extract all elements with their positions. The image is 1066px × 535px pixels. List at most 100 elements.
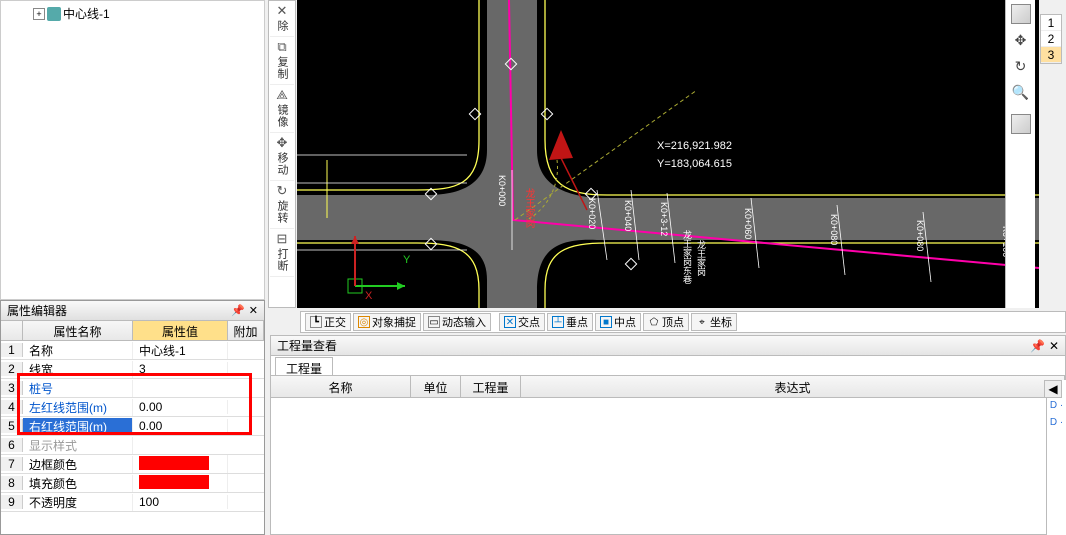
nav-move-icon[interactable]: ✥ xyxy=(1011,30,1031,50)
tree-node-icon xyxy=(47,7,61,21)
cad-viewport[interactable]: X=216,921.982 Y=183,064.615 Y X 龙王家岗 K0+… xyxy=(297,0,1039,308)
prop-value[interactable]: 中心线-1 xyxy=(133,342,228,359)
prop-name: 左红线范围(m) xyxy=(23,399,133,416)
col-expression: 表达式 xyxy=(521,376,1065,397)
color-swatch-red[interactable] xyxy=(139,475,209,489)
prop-row-left-redline[interactable]: 4 左红线范围(m) 0.00 xyxy=(1,398,264,417)
tool-delete[interactable]: ✕ 除 xyxy=(270,1,294,37)
btn-label: 顶点 xyxy=(662,314,684,330)
property-editor-panel: 属性编辑器 📌✕ 属性名称 属性值 附加 1 名称 中心线-1 2 线宽 3 3… xyxy=(0,300,265,535)
quantity-grid-body[interactable] xyxy=(271,398,1065,534)
quantity-panel-title: 工程量查看 xyxy=(277,336,337,356)
prop-row-name[interactable]: 1 名称 中心线-1 xyxy=(1,341,264,360)
prop-name: 显示样式 xyxy=(23,437,133,454)
mini-tree-node[interactable]: D · xyxy=(1050,417,1063,428)
prop-value[interactable]: 3 xyxy=(133,362,228,376)
property-panel-title: 属性编辑器 xyxy=(7,301,67,321)
road-white-label: 龙王家岗 xyxy=(695,240,708,276)
row-num: 9 xyxy=(1,495,23,509)
tool-mirror[interactable]: ⟁ 镜像 xyxy=(270,85,294,133)
tree-toggle-icon[interactable]: + xyxy=(33,8,45,20)
tree-item-label: 中心线-1 xyxy=(63,5,110,22)
snap-coord[interactable]: ⌖坐标 xyxy=(691,313,737,331)
prop-value[interactable]: 0.00 xyxy=(133,400,228,414)
prop-value[interactable] xyxy=(133,474,228,492)
pin-icon[interactable]: 📌 xyxy=(231,305,245,317)
view-num-active[interactable]: 3 xyxy=(1041,47,1061,63)
col-amount: 工程量 xyxy=(461,376,521,397)
col-name: 名称 xyxy=(271,376,411,397)
tool-break[interactable]: ⊟ 打断 xyxy=(270,229,294,277)
snap-perpendicular[interactable]: ┴垂点 xyxy=(547,313,593,331)
quantity-view-panel: 工程量查看 📌✕ 工程量 名称 单位 工程量 表达式 xyxy=(270,335,1066,535)
prop-row-right-redline[interactable]: 5 右红线范围(m) 0.00 xyxy=(1,417,264,436)
col-prop-value: 属性值 xyxy=(133,321,228,340)
tool-copy[interactable]: ⧉ 复制 xyxy=(270,37,294,85)
view-num[interactable]: 1 xyxy=(1041,15,1061,31)
ortho-toggle[interactable]: ┗正交 xyxy=(305,313,351,331)
snap-intersection[interactable]: ✕交点 xyxy=(499,313,545,331)
dyninput-toggle[interactable]: ▭动态输入 xyxy=(423,313,491,331)
nav-refresh-icon[interactable]: ↻ xyxy=(1011,56,1031,76)
tool-label: 镜像 xyxy=(274,104,290,128)
prop-value[interactable]: 100 xyxy=(133,495,228,509)
ortho-icon: ┗ xyxy=(310,316,322,328)
tree-item-centerline[interactable]: + 中心线-1 xyxy=(29,3,264,24)
row-num: 8 xyxy=(1,476,23,490)
prop-row-opacity[interactable]: 9 不透明度 100 xyxy=(1,493,264,512)
station-label: K0+020 xyxy=(587,198,597,229)
vertex-icon: ⬠ xyxy=(648,316,660,328)
tool-rotate[interactable]: ↻ 旋转 xyxy=(270,181,294,229)
prop-name: 右红线范围(m) xyxy=(23,418,133,435)
row-num: 1 xyxy=(1,343,23,357)
property-panel-title-bar: 属性编辑器 📌 ✕ xyxy=(1,301,264,321)
delete-icon: ✕ xyxy=(274,3,290,19)
mirror-icon: ⟁ xyxy=(274,87,290,103)
osnap-toggle[interactable]: ◎对象捕捉 xyxy=(353,313,421,331)
station-label: K0+060 xyxy=(743,208,753,239)
station-label: K0+000 xyxy=(497,175,507,206)
rotate-icon: ↻ xyxy=(274,183,290,199)
view-number-strip: 1 2 3 xyxy=(1040,14,1062,64)
prop-value[interactable]: 0.00 xyxy=(133,419,228,433)
tool-label: 旋转 xyxy=(274,200,290,224)
mid-icon: ■ xyxy=(600,316,612,328)
road-white-label: 龙王家岗东巷 xyxy=(681,230,694,284)
btn-label: 垂点 xyxy=(566,314,588,330)
snap-midpoint[interactable]: ■中点 xyxy=(595,313,641,331)
coord-y-label: Y=183,064.615 xyxy=(657,158,732,170)
prop-row-linewidth[interactable]: 2 线宽 3 xyxy=(1,360,264,379)
prop-row-border-color[interactable]: 7 边框颜色 xyxy=(1,455,264,474)
edit-vertical-toolbar: ✕ 除 ⧉ 复制 ⟁ 镜像 ✥ 移动 ↻ 旋转 ⊟ 打断 xyxy=(268,0,296,308)
pin-icon[interactable]: 📌 xyxy=(1030,339,1045,353)
prop-value[interactable] xyxy=(133,455,228,473)
prop-row-station[interactable]: 3 桩号 xyxy=(1,379,264,398)
right-mini-tree: D · D · xyxy=(1046,380,1066,535)
station-label: K0+3-12 xyxy=(659,202,669,236)
move-icon: ✥ xyxy=(274,135,290,151)
scroll-left-icon[interactable]: ◀ xyxy=(1044,380,1062,398)
prop-row-display-style[interactable]: 6 显示样式 xyxy=(1,436,264,455)
col-prop-name: 属性名称 xyxy=(23,321,133,340)
tool-label: 移动 xyxy=(274,152,290,176)
snap-status-bar: ┗正交 ◎对象捕捉 ▭动态输入 ✕交点 ┴垂点 ■中点 ⬠顶点 ⌖坐标 xyxy=(300,311,1066,333)
close-icon[interactable]: ✕ xyxy=(1049,339,1059,353)
mini-tree-node[interactable]: D · xyxy=(1050,400,1063,411)
close-icon[interactable]: ✕ xyxy=(249,305,258,317)
row-num: 5 xyxy=(1,419,23,433)
nav-cube2-icon[interactable] xyxy=(1011,114,1031,134)
tab-quantity[interactable]: 工程量 xyxy=(275,357,333,375)
road-red-label: 龙王家岗 xyxy=(521,188,536,228)
color-swatch-red[interactable] xyxy=(139,456,209,470)
nav-cube-icon[interactable] xyxy=(1011,4,1031,24)
tool-move[interactable]: ✥ 移动 xyxy=(270,133,294,181)
row-num: 7 xyxy=(1,457,23,471)
prop-row-fill-color[interactable]: 8 填充颜色 xyxy=(1,474,264,493)
view-num[interactable]: 2 xyxy=(1041,31,1061,47)
object-tree-panel: + 中心线-1 xyxy=(0,0,265,300)
snap-vertex[interactable]: ⬠顶点 xyxy=(643,313,689,331)
btn-label: 正交 xyxy=(324,314,346,330)
prop-name: 填充颜色 xyxy=(23,475,133,492)
axis-y-label: Y xyxy=(403,254,410,266)
nav-zoom-icon[interactable]: 🔍 xyxy=(1011,82,1031,102)
